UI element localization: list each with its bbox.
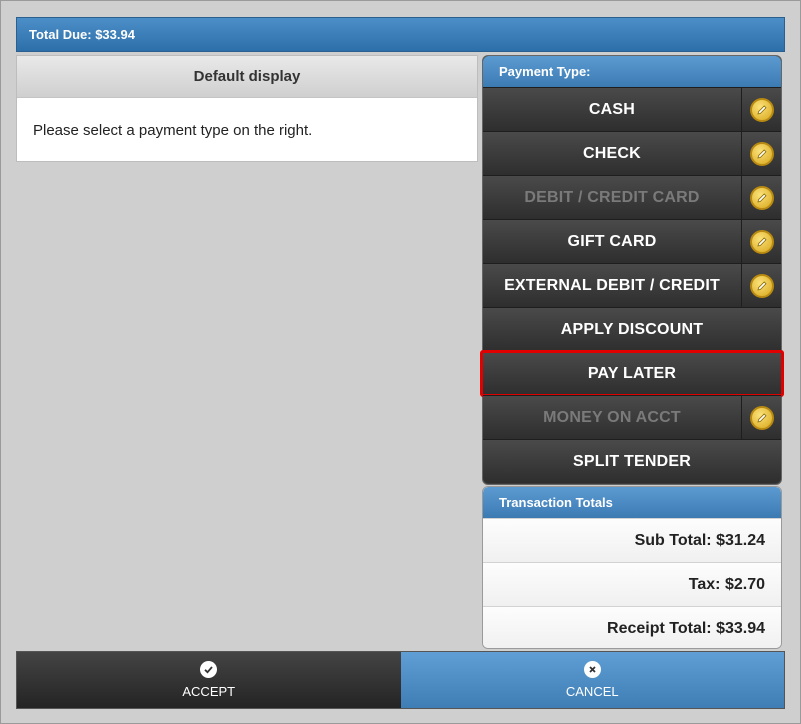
default-display-title: Default display xyxy=(17,56,477,98)
check-icon xyxy=(200,661,218,678)
tax-total: Tax: $2.70 xyxy=(483,562,781,606)
edit-check-button[interactable] xyxy=(741,132,781,175)
payment-row-gift-card: GIFT CARD xyxy=(483,219,781,263)
check-button[interactable]: CHECK xyxy=(483,132,741,175)
transaction-totals-panel: Transaction Totals Sub Total: $31.24 Tax… xyxy=(482,486,782,649)
receipt-total: Receipt Total: $33.94 xyxy=(483,606,781,648)
sub-total: Sub Total: $31.24 xyxy=(483,518,781,562)
apply-discount-button[interactable]: APPLY DISCOUNT xyxy=(483,308,781,351)
pencil-icon xyxy=(749,185,774,210)
payment-row-money-on-acct: MONEY ON ACCT xyxy=(483,395,781,439)
debit-credit-card-button[interactable]: DEBIT / CREDIT CARD xyxy=(483,176,741,219)
payment-row-split-tender: SPLIT TENDER xyxy=(483,439,781,483)
edit-external-button[interactable] xyxy=(741,264,781,307)
edit-money-on-acct-button[interactable] xyxy=(741,396,781,439)
total-due-label: Total Due: $33.94 xyxy=(29,27,135,42)
pencil-icon xyxy=(749,141,774,166)
x-icon xyxy=(583,661,601,678)
edit-gift-card-button[interactable] xyxy=(741,220,781,263)
accept-label: ACCEPT xyxy=(182,684,236,699)
payment-type-panel: Payment Type: CASH CHECK DEBIT / CREDIT … xyxy=(480,55,784,485)
payment-dialog: Total Due: $33.94 Default display Please… xyxy=(0,0,801,724)
pencil-icon xyxy=(749,97,774,122)
cancel-label: CANCEL xyxy=(565,684,619,699)
pay-later-button[interactable]: PAY LATER xyxy=(483,352,781,395)
transaction-totals-title: Transaction Totals xyxy=(483,487,781,518)
total-due-bar: Total Due: $33.94 xyxy=(16,17,785,52)
cash-button[interactable]: CASH xyxy=(483,88,741,131)
pencil-icon xyxy=(749,405,774,430)
default-display-panel: Default display Please select a payment … xyxy=(16,55,478,162)
money-on-acct-button[interactable]: MONEY ON ACCT xyxy=(483,396,741,439)
payment-row-apply-discount: APPLY DISCOUNT xyxy=(483,307,781,351)
external-debit-credit-button[interactable]: EXTERNAL DEBIT / CREDIT xyxy=(483,264,741,307)
payment-row-check: CHECK xyxy=(483,131,781,175)
edit-cash-button[interactable] xyxy=(741,88,781,131)
payment-type-title: Payment Type: xyxy=(483,56,781,87)
payment-row-external: EXTERNAL DEBIT / CREDIT xyxy=(483,263,781,307)
gift-card-button[interactable]: GIFT CARD xyxy=(483,220,741,263)
pencil-icon xyxy=(749,273,774,298)
payment-row-pay-later: PAY LATER xyxy=(480,350,784,397)
cancel-button[interactable]: CANCEL xyxy=(400,652,784,708)
payment-row-debit-credit: DEBIT / CREDIT CARD xyxy=(483,175,781,219)
default-display-message: Please select a payment type on the righ… xyxy=(33,122,313,139)
payment-row-cash: CASH xyxy=(483,87,781,131)
edit-debit-credit-button[interactable] xyxy=(741,176,781,219)
split-tender-button[interactable]: SPLIT TENDER xyxy=(483,440,781,483)
action-bar: ACCEPT CANCEL xyxy=(16,651,785,709)
pencil-icon xyxy=(749,229,774,254)
accept-button[interactable]: ACCEPT xyxy=(17,652,401,708)
